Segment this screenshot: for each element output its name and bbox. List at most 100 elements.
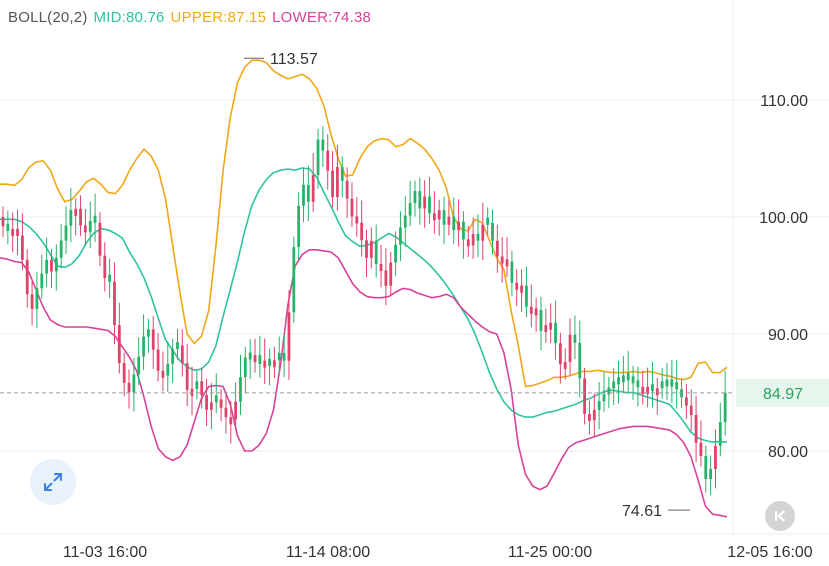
candle-body [219, 399, 223, 408]
candle-body [714, 445, 717, 470]
candle-body [297, 205, 301, 248]
candle-body [35, 288, 39, 309]
candle-body [408, 203, 412, 216]
candle-body [122, 363, 126, 383]
candle-body [161, 370, 165, 378]
x-tick-label: 11-03 16:00 [63, 544, 147, 561]
candle-body [54, 257, 58, 272]
candle-body [103, 255, 107, 279]
candle-body [689, 405, 693, 416]
candle-body [243, 357, 247, 378]
candle-body [694, 415, 698, 443]
candle-body [437, 210, 441, 220]
candle-body [588, 413, 591, 421]
candle-body [156, 349, 160, 371]
candle-body [432, 213, 436, 221]
candle-body [626, 373, 630, 381]
candle-body [369, 240, 373, 258]
candle-body [151, 329, 155, 350]
candle-body [651, 384, 654, 392]
y-tick-label: 100.00 [759, 210, 808, 227]
candle-body [641, 386, 645, 394]
candle-body [394, 244, 397, 263]
candle-body [583, 378, 586, 414]
candle-body [379, 263, 383, 272]
candle-body [79, 208, 82, 226]
candle-body [336, 166, 339, 198]
candle-body [568, 334, 572, 362]
candle-body [549, 322, 553, 330]
candle-body [597, 401, 601, 410]
upper-band-line [0, 59, 728, 388]
candle-body [180, 345, 184, 364]
expand-chart-button[interactable] [30, 459, 76, 505]
candle-body [457, 221, 460, 231]
y-tick-label: 80.00 [768, 444, 808, 461]
candle-body [311, 175, 315, 202]
candle-body [331, 170, 334, 198]
candle-body [205, 395, 208, 410]
candle-body [529, 306, 533, 314]
candle-body [709, 469, 713, 479]
candle-body [20, 235, 24, 260]
candle-body [534, 308, 538, 316]
bollinger-bands [0, 59, 728, 518]
candle-body [282, 352, 286, 361]
candle-body [292, 247, 296, 313]
legend-title: BOLL(20,2) [8, 9, 88, 26]
candle-body [636, 380, 640, 388]
candle-body [428, 196, 431, 214]
candle-body [442, 210, 446, 225]
candle-body [617, 377, 620, 385]
candle-body [544, 325, 548, 333]
expand-diagonal-arrows-icon [44, 473, 62, 491]
candle-body [25, 259, 29, 295]
bollinger-candlestick-chart[interactable]: 110.00 100.00 90.00 80.00 11-03 16:00 11-14 0… [0, 0, 829, 566]
candle-body [326, 150, 330, 171]
candle-body [64, 225, 68, 241]
candle-body [471, 234, 475, 246]
y-tick-label: 90.00 [768, 327, 808, 344]
candle-body [447, 216, 451, 225]
candle-body [88, 220, 92, 232]
candle-body [675, 382, 679, 390]
candle-body [495, 240, 499, 257]
skip-back-icon [775, 510, 786, 522]
candle-body [452, 216, 456, 231]
candle-body [185, 363, 189, 390]
candle-body [45, 259, 49, 274]
candle-body [224, 407, 228, 418]
candle-body [258, 355, 262, 365]
candle-body [16, 228, 19, 236]
candle-body [306, 184, 310, 202]
candle-body [6, 223, 10, 232]
candle-body [621, 375, 625, 383]
candle-body [113, 281, 116, 326]
candle-body [413, 191, 417, 204]
current-price-label: 84.97 [763, 386, 803, 403]
candle-body [607, 387, 611, 395]
candle-body [399, 227, 402, 245]
legend-upper: UPPER:87.15 [170, 9, 267, 26]
candle-body [515, 282, 519, 290]
candle-body [660, 381, 664, 389]
candle-body [229, 417, 233, 425]
candle-body [384, 270, 388, 286]
candle-body [263, 360, 267, 368]
candle-body [210, 402, 213, 410]
candle-body [83, 225, 87, 233]
candle-body [273, 360, 276, 368]
candle-body [476, 233, 480, 241]
candle-body [481, 224, 485, 241]
candle-body [200, 381, 204, 396]
scroll-to-latest-button[interactable] [765, 501, 795, 531]
candle-body [147, 329, 150, 337]
mid-band-line [0, 167, 728, 443]
candle-body [520, 285, 523, 293]
candle-body [59, 240, 63, 258]
candle-body [234, 401, 238, 420]
candle-body [253, 355, 257, 363]
candle-body [93, 215, 97, 223]
x-tick-label: 11-25 00:00 [508, 544, 592, 561]
candle-body [98, 222, 102, 256]
